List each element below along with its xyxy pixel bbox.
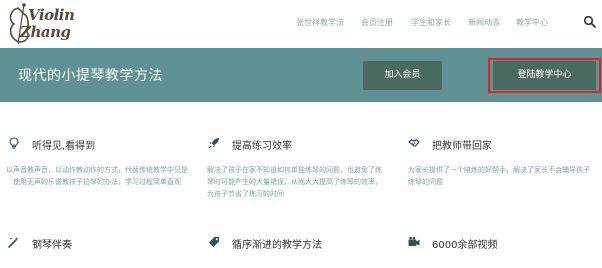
feature-title-videos: 6000余部视频: [432, 240, 498, 251]
lightbulb-icon: [9, 137, 19, 149]
feature-title-progressive-method: 循序渐进的教学方法: [232, 240, 322, 251]
feature-title-see-hear: 听得见,看得到: [32, 141, 96, 152]
handshake-icon: [408, 139, 420, 147]
logo[interactable]: Violin Zhang: [4, 2, 76, 46]
join-member-button[interactable]: 加入会员: [363, 61, 442, 90]
nav-item-teaching-center[interactable]: 教学中心: [516, 17, 548, 28]
video-camera-icon: [408, 236, 420, 246]
page-title: 现代的小提琴教学方法: [18, 68, 163, 84]
nav-item-member-register[interactable]: 会员注册: [361, 17, 393, 28]
magic-wand-icon: [8, 237, 19, 248]
logo-text-line2: Zhang: [20, 23, 71, 41]
nav-item-students-parents[interactable]: 学生和家长: [411, 17, 451, 28]
feature-title-bring-teacher-home: 把教师带回家: [432, 141, 492, 152]
feature-desc-bring-teacher-home: 为家长提供了一个陪练的好帮手，解决了家长不会辅导孩子练琴的问题: [408, 166, 590, 186]
feature-title-piano-accompaniment: 钢琴伴奏: [32, 240, 72, 251]
feature-desc-practice-efficiency: 解决了孩子在家不知道如何单独练琴的问题，也避免了练琴时可能产生的大量错误，从而大…: [207, 166, 382, 198]
rocket-icon: [208, 138, 219, 149]
nav-item-teaching-method[interactable]: 张世祥教学法: [296, 17, 344, 28]
site-header: Violin Zhang 张世祥教学法 会员注册 学生和家长 新闻动态 教学中心: [0, 0, 602, 48]
tag-icon: [209, 237, 219, 247]
feature-desc-see-hear: 以声音教声音，以动作教动作的方式，代替传统教学中只是使用无声的乐谱教孩子拉琴的办…: [6, 166, 188, 186]
logo-text-line1: Violin: [28, 6, 75, 24]
feature-title-practice-efficiency: 提高练习效率: [232, 141, 292, 152]
nav-item-news[interactable]: 新闻动态: [468, 17, 500, 28]
search-icon[interactable]: [583, 15, 597, 29]
login-teaching-center-button[interactable]: 登陆教学中心: [493, 61, 596, 90]
